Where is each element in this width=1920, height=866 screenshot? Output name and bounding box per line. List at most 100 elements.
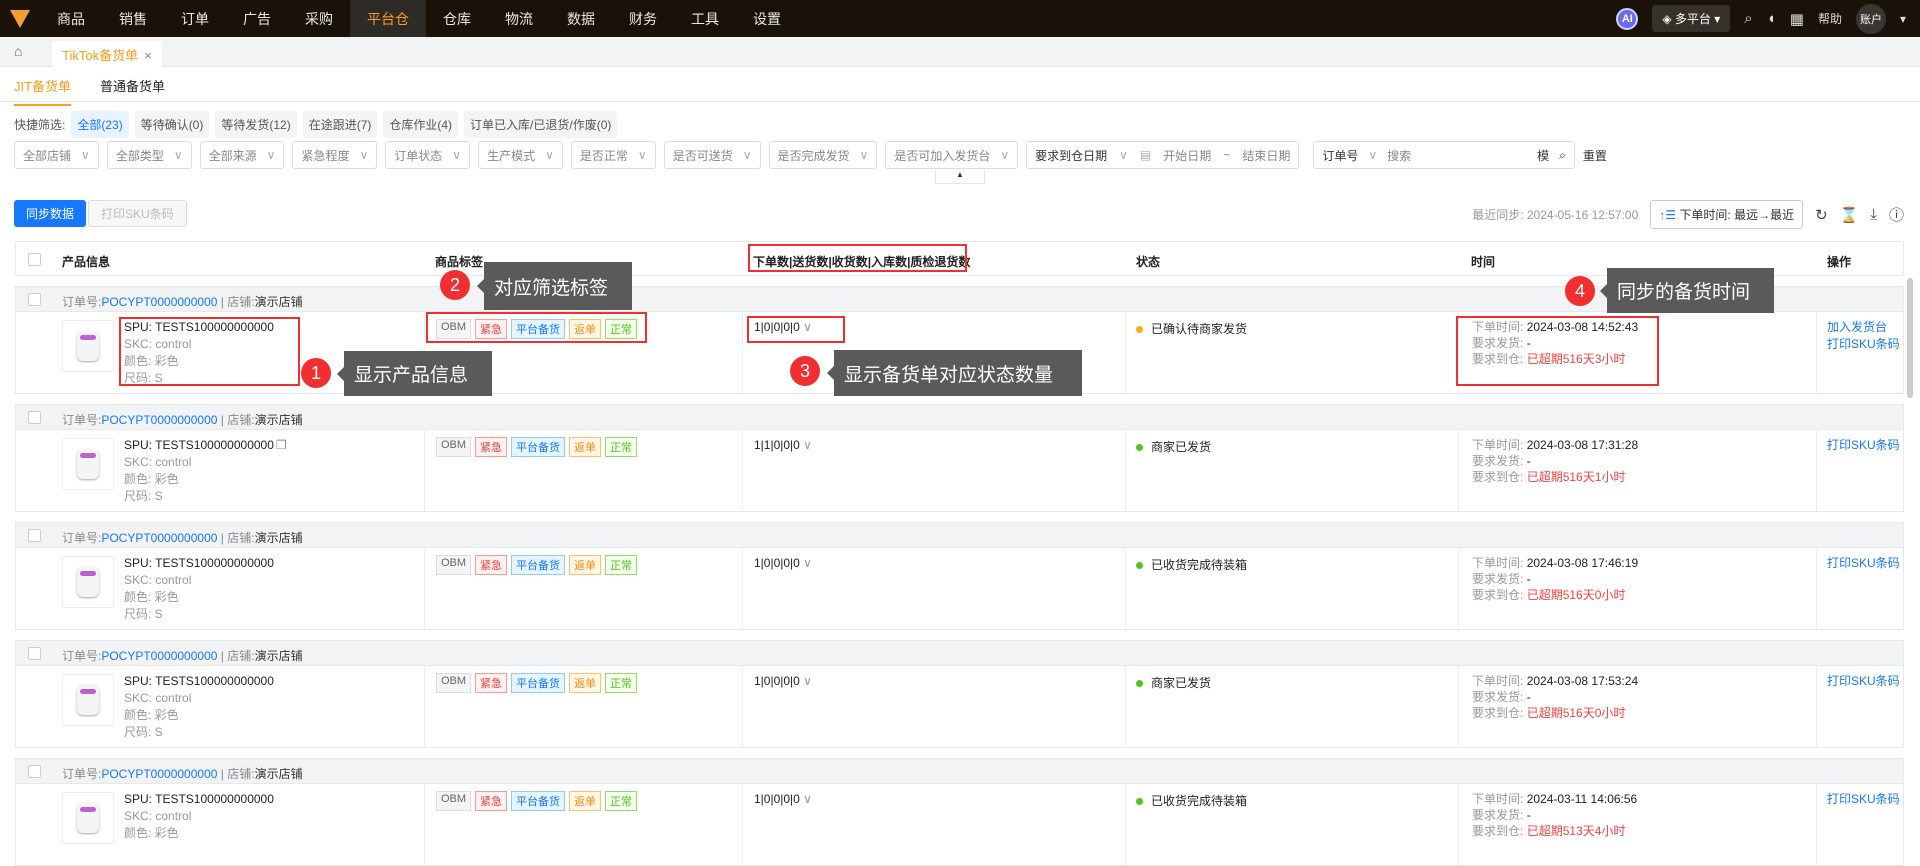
headset-icon[interactable]: ◖ <box>1767 10 1776 27</box>
date-range-picker[interactable]: 要求到仓日期 ∨ ▤ 开始日期 ~ 结束日期 <box>1026 141 1300 169</box>
apps-icon[interactable]: ▦ <box>1790 10 1804 28</box>
avatar[interactable]: 账户 <box>1855 3 1886 34</box>
search-icon[interactable]: ⌕ <box>1559 148 1566 163</box>
annotation-callout-2: 对应筛选标签 <box>477 262 632 310</box>
end-date-input[interactable]: 结束日期 <box>1242 147 1290 164</box>
filter-select[interactable]: 全部来源 ∨ <box>199 141 285 169</box>
search-icon[interactable]: ⌕ <box>1744 10 1752 27</box>
nav-item[interactable]: 设置 <box>736 0 798 37</box>
tab-normal[interactable]: 普通备货单 <box>100 76 165 95</box>
filter-select[interactable]: 紧急程度 ∨ <box>292 141 378 169</box>
platform-switcher[interactable]: ◈ 多平台 ▾ <box>1652 5 1731 32</box>
order-number-link[interactable]: POCYPT0000000000 <box>101 649 217 663</box>
quick-filter-item[interactable]: 等待发货(12) <box>215 111 297 138</box>
action-link[interactable]: 打印SKU条码 <box>1827 336 1900 353</box>
nav-item[interactable]: 仓库 <box>426 0 488 37</box>
shop-label: 店铺: <box>227 413 255 427</box>
filter-select[interactable]: 是否可送货 ∨ <box>663 141 761 169</box>
filter-select[interactable]: 是否正常 ∨ <box>570 141 656 169</box>
filter-select[interactable]: 全部店铺 ∨ <box>14 141 99 169</box>
filter-select[interactable]: 生产模式 ∨ <box>478 141 563 169</box>
action-link[interactable]: 打印SKU条码 <box>1827 791 1900 808</box>
start-date-input[interactable]: 开始日期 <box>1163 147 1211 164</box>
sync-data-button[interactable]: 同步数据 <box>14 200 87 227</box>
print-sku-button[interactable]: 打印SKU条码 <box>88 200 187 227</box>
order-number-link[interactable]: POCYPT0000000000 <box>101 531 217 545</box>
time-value: 已超期516天0小时 <box>1526 706 1626 720</box>
order-number-link[interactable]: POCYPT0000000000 <box>101 767 217 781</box>
filter-select[interactable]: 全部类型 ∨ <box>106 141 192 169</box>
action-link[interactable]: 打印SKU条码 <box>1827 555 1900 572</box>
order-number-link[interactable]: POCYPT0000000000 <box>101 295 217 309</box>
action-link[interactable]: 打印SKU条码 <box>1827 673 1900 690</box>
date-type-select[interactable]: 要求到仓日期 <box>1035 147 1107 164</box>
quick-filter-item[interactable]: 在途跟进(7) <box>302 111 378 138</box>
time-label: 下单时间: <box>1472 556 1524 570</box>
count-summary[interactable]: 1|1|0|0|0 ∨ <box>754 438 812 452</box>
product-image <box>62 438 114 490</box>
nav-item[interactable]: 数据 <box>550 0 612 37</box>
tab-jit[interactable]: JIT备货单 <box>14 76 72 106</box>
quick-filter-item[interactable]: 仓库作业(4) <box>383 111 459 138</box>
order-number-link[interactable]: POCYPT0000000000 <box>101 413 217 427</box>
row-checkbox[interactable] <box>28 411 41 424</box>
copy-icon[interactable]: ❐ <box>276 437 287 454</box>
status: 商家已发货 <box>1136 674 1211 691</box>
order-group: 订单号:POCYPT0000000000 | 店铺:演示店铺 SPU: TESTS… <box>15 522 1904 630</box>
earbuds-image <box>77 331 99 361</box>
count-summary[interactable]: 1|0|0|0|0 ∨ <box>754 674 812 688</box>
nav-item[interactable]: 销售 <box>102 0 164 37</box>
quick-filter-item[interactable]: 订单已入库/已退货/作废(0) <box>464 111 618 138</box>
divider: | <box>217 531 228 545</box>
nav-item[interactable]: 财务 <box>612 0 674 37</box>
search-type-select[interactable]: 订单号 <box>1322 147 1358 164</box>
time-label: 要求发货: <box>1472 808 1524 822</box>
scrollbar[interactable] <box>1907 278 1913 398</box>
close-icon[interactable]: × <box>144 48 152 63</box>
row-checkbox[interactable] <box>28 529 41 542</box>
nav-item[interactable]: 平台仓 <box>350 0 426 37</box>
nav-item[interactable]: 订单 <box>164 0 226 37</box>
action-link[interactable]: 打印SKU条码 <box>1827 437 1900 454</box>
logo-icon[interactable] <box>0 0 40 37</box>
ai-button[interactable]: AI <box>1616 7 1639 30</box>
tab-tiktok-stock[interactable]: TikTok备货单 × <box>52 41 162 67</box>
row-checkbox[interactable] <box>28 765 41 778</box>
quick-filter-item[interactable]: 全部(23) <box>71 111 129 138</box>
collapse-toggle[interactable]: ▲ <box>935 170 985 184</box>
product-tags: OBM 紧急 平台备货 返单 正常 <box>436 555 638 575</box>
nav-item[interactable]: 采购 <box>288 0 350 37</box>
tag-badge: 紧急 <box>475 555 508 575</box>
help-icon[interactable]: ⓘ <box>1889 204 1904 225</box>
sort-button[interactable]: ↑☰ 下单时间: 最远→最近 <box>1650 200 1804 229</box>
row-checkbox[interactable] <box>28 647 41 660</box>
filter-select[interactable]: 是否完成发货 ∨ <box>768 141 878 169</box>
chevron-down-icon: ∨ <box>799 674 812 688</box>
quick-filter-item[interactable]: 等待确认(0) <box>134 111 210 138</box>
select-all-checkbox[interactable] <box>28 253 41 266</box>
action-link[interactable]: 加入发货台 <box>1827 319 1900 336</box>
nav-item[interactable]: 广告 <box>226 0 288 37</box>
help-link[interactable]: 帮助 <box>1818 10 1842 27</box>
count-summary[interactable]: 1|0|0|0|0 ∨ <box>754 792 812 806</box>
filter-select[interactable]: 订单状态 ∨ <box>385 141 471 169</box>
row-checkbox[interactable] <box>28 293 41 306</box>
count-summary[interactable]: 1|0|0|0|0 ∨ <box>754 556 812 570</box>
nav-item[interactable]: 物流 <box>488 0 550 37</box>
search-box[interactable]: 订单号 ∨ 搜索模 ⌕ <box>1313 141 1575 169</box>
search-input[interactable]: 搜索 <box>1387 147 1527 164</box>
chevron-down-icon[interactable]: ▾ <box>1900 12 1906 26</box>
date-separator: ~ <box>1223 148 1231 162</box>
product-info: SPU: TESTS100000000000 ❐ SKC: control 颜色: 彩… <box>124 437 287 505</box>
home-icon[interactable]: ⌂ <box>14 43 22 59</box>
fuzzy-toggle[interactable]: 模 <box>1537 147 1549 164</box>
reset-button[interactable]: 重置 <box>1583 147 1607 164</box>
hourglass-icon[interactable]: ⌛ <box>1840 206 1859 224</box>
download-icon[interactable]: ⤓ <box>1870 206 1877 223</box>
nav-item[interactable]: 商品 <box>40 0 102 37</box>
refresh-icon[interactable]: ↻ <box>1815 206 1828 224</box>
column-divider <box>1458 784 1459 865</box>
filter-select[interactable]: 是否可加入发货台 ∨ <box>885 141 1019 169</box>
time-line: 下单时间: 2024-03-08 17:31:28 <box>1472 437 1638 453</box>
nav-item[interactable]: 工具 <box>674 0 736 37</box>
